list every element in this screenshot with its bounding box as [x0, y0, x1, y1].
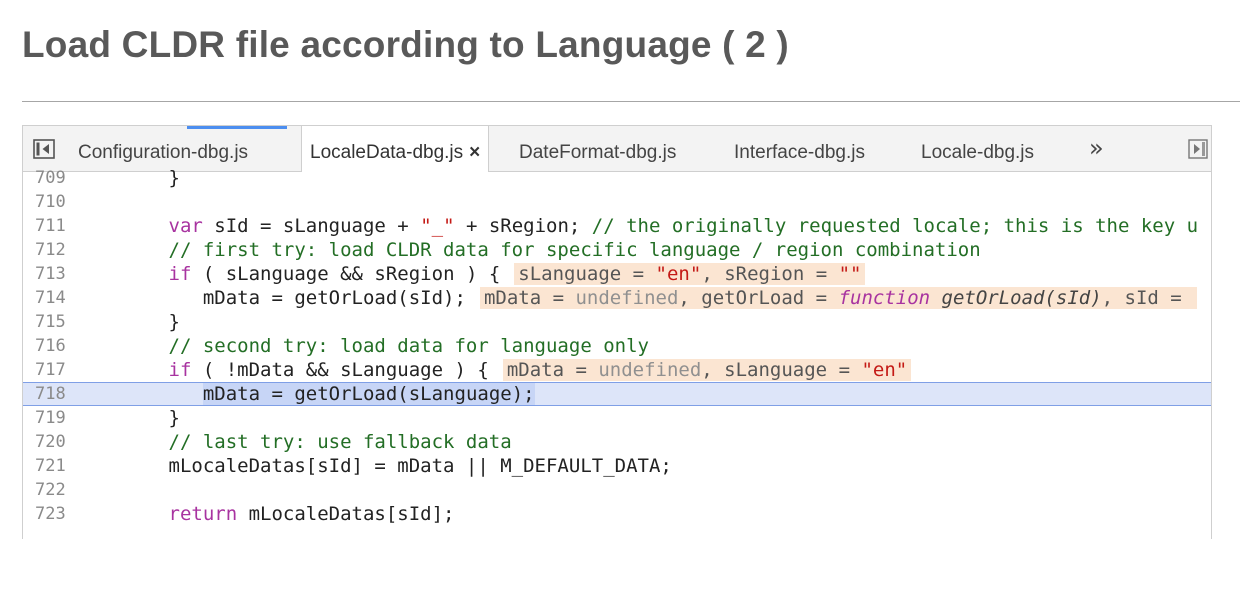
value-text: , sId =	[1101, 287, 1194, 309]
keyword: if	[168, 359, 192, 381]
value-text: sLanguage =	[518, 263, 656, 285]
line-code: mLocaleDatas[sId] = mData || M_DEFAULT_D…	[77, 455, 672, 477]
line-number[interactable]: 710	[23, 190, 83, 214]
line-number[interactable]: 716	[23, 334, 83, 358]
value-text: , sRegion =	[701, 263, 839, 285]
current-execution-line: 718 mData = getOrLoad(sLanguage);	[23, 382, 1211, 406]
keyword: var	[168, 215, 203, 237]
tab-configuration-dbg[interactable]: Configuration-dbg.js	[78, 126, 248, 171]
line-number[interactable]: 722	[23, 478, 83, 502]
line-number[interactable]: 712	[23, 238, 83, 262]
code-line: 721 mLocaleDatas[sId] = mData || M_DEFAU…	[23, 454, 1211, 478]
string-literal: "_"	[420, 215, 455, 237]
comment: // first try: load CLDR data for specifi…	[77, 239, 981, 261]
value-keyword: function	[838, 287, 931, 309]
code-editor[interactable]: 709 } 710 711 var sId = sLanguage + "_" …	[23, 166, 1211, 539]
line-number[interactable]: 711	[23, 214, 83, 238]
code-line: 722	[23, 478, 1211, 502]
more-tabs-chevron-icon[interactable]: »	[1089, 134, 1104, 162]
slide-title: Load CLDR file according to Language ( 2…	[22, 24, 789, 65]
keyword: return	[168, 503, 238, 525]
code-line: 713 if ( sLanguage && sRegion ) { sLangua…	[23, 262, 1211, 286]
code-text: mLocaleDatas[sId];	[237, 503, 455, 525]
line-code: if ( !mData && sLanguage ) { mData = unde…	[77, 358, 912, 382]
line-number[interactable]: 713	[23, 262, 83, 286]
inline-variable-values: mData = undefined, sLanguage = "en"	[502, 359, 912, 381]
keyword: if	[168, 263, 192, 285]
code-text: ( sLanguage && sRegion ) {	[191, 263, 501, 285]
tab-label: Interface-dbg.js	[734, 142, 865, 163]
tab-label: DateFormat-dbg.js	[519, 142, 677, 163]
value-text: mData =	[506, 359, 599, 381]
line-number[interactable]: 714	[23, 286, 83, 310]
comment: // second try: load data for language on…	[77, 335, 649, 357]
value-undefined: undefined	[598, 359, 702, 381]
line-number[interactable]: 717	[23, 358, 83, 382]
code-text: + sRegion;	[454, 215, 592, 237]
tab-label: LocaleData-dbg.js	[310, 142, 464, 163]
value-string: ""	[838, 263, 862, 285]
line-number[interactable]: 718	[23, 383, 83, 405]
code-text: mData = getOrLoad(sId);	[77, 287, 466, 309]
line-number[interactable]: 719	[23, 406, 83, 430]
line-number[interactable]: 709	[23, 166, 83, 190]
tab-dateformat-dbg[interactable]: DateFormat-dbg.js	[519, 126, 676, 171]
close-tab-icon[interactable]: ×	[469, 142, 480, 163]
line-code: }	[77, 311, 180, 333]
value-text: mData =	[483, 287, 576, 309]
line-code: }	[77, 167, 180, 189]
line-code: mData = getOrLoad(sId); mData = undefined…	[77, 286, 1198, 310]
value-function: getOrLoad(sId)	[930, 287, 1102, 309]
title-divider	[22, 101, 1240, 102]
code-line: 719 }	[23, 406, 1211, 430]
devtools-sources-panel: Configuration-dbg.js LocaleData-dbg.js × …	[22, 125, 1212, 539]
line-number[interactable]: 715	[23, 310, 83, 334]
comment: // the originally requested locale; this…	[591, 215, 1199, 237]
code-line: 715 }	[23, 310, 1211, 334]
tab-label: Locale-dbg.js	[921, 142, 1035, 163]
line-code: return mLocaleDatas[sId];	[77, 502, 455, 526]
line-code: mData = getOrLoad(sLanguage);	[77, 383, 535, 405]
tab-interface-dbg[interactable]: Interface-dbg.js	[734, 126, 865, 171]
code-line: 723 return mLocaleDatas[sId];	[23, 502, 1211, 526]
code-line: 716 // second try: load data for languag…	[23, 334, 1211, 358]
line-code: var sId = sLanguage + "_" + sRegion; // …	[77, 214, 1199, 238]
line-code: }	[77, 407, 180, 429]
value-string: "en"	[655, 263, 702, 285]
selected-code: mData = getOrLoad(sLanguage);	[202, 383, 535, 405]
code-line: 709 }	[23, 166, 1211, 190]
code-line: 717 if ( !mData && sLanguage ) { mData = …	[23, 358, 1211, 382]
code-text: ( !mData && sLanguage ) {	[191, 359, 489, 381]
code-line: 710	[23, 190, 1211, 214]
value-undefined: undefined	[575, 287, 679, 309]
code-line: 720 // last try: use fallback data	[23, 430, 1211, 454]
value-string: "en"	[861, 359, 908, 381]
toggle-navigator-icon[interactable]	[33, 139, 55, 159]
code-text: sId = sLanguage +	[202, 215, 421, 237]
value-text: , getOrLoad =	[678, 287, 839, 309]
tab-locale-dbg[interactable]: Locale-dbg.js	[921, 126, 1034, 171]
line-code: if ( sLanguage && sRegion ) { sLanguage =…	[77, 262, 866, 286]
line-number[interactable]: 721	[23, 454, 83, 478]
inline-variable-values: sLanguage = "en", sRegion = ""	[514, 263, 866, 285]
code-line: 711 var sId = sLanguage + "_" + sRegion;…	[23, 214, 1211, 238]
code-line: 712 // first try: load CLDR data for spe…	[23, 238, 1211, 262]
line-number[interactable]: 720	[23, 430, 83, 454]
value-text: , sLanguage =	[701, 359, 862, 381]
toggle-debugger-icon[interactable]	[1188, 139, 1208, 159]
code-line: 714 mData = getOrLoad(sId); mData = undef…	[23, 286, 1211, 310]
tab-label: Configuration-dbg.js	[78, 142, 249, 163]
comment: // last try: use fallback data	[77, 431, 512, 453]
line-number[interactable]: 723	[23, 502, 83, 526]
inline-variable-values: mData = undefined, getOrLoad = function …	[479, 287, 1198, 309]
